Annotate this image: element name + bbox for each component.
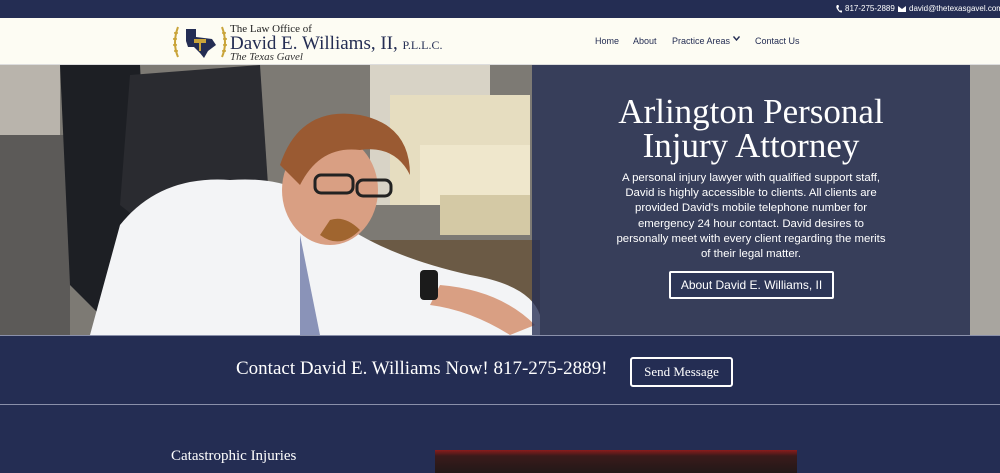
topbar-email-text[interactable]: david@thetexasgavel.com [909, 4, 1000, 13]
topbar-phone[interactable]: 817-275-2889 [836, 4, 895, 13]
nav-practice-areas[interactable]: Practice Areas [672, 36, 741, 46]
hero-title-line-1: Arlington Personal [618, 92, 884, 131]
topbar-phone-text[interactable]: 817-275-2889 [845, 4, 895, 13]
hero-description: A personal injury lawyer with qualified … [616, 172, 886, 261]
contact-strip: Contact David E. Williams Now! 817-275-2… [0, 335, 1000, 405]
hero-title-line-2: Injury Attorney [642, 126, 860, 165]
mail-icon [898, 5, 906, 12]
logo-suffix: P.L.L.C. [402, 38, 443, 52]
practice-section: Catastrophic Injuries [0, 406, 1000, 473]
nav-about[interactable]: About [633, 36, 657, 46]
top-bar: 817-275-2889 david@thetexasgavel.com [0, 0, 1000, 18]
chevron-down-icon [733, 36, 741, 41]
site-header: The Law Office of David E. Williams, II,… [0, 18, 1000, 65]
nav-contact-us[interactable]: Contact Us [755, 36, 800, 46]
topbar-email[interactable]: david@thetexasgavel.com [898, 4, 1000, 13]
section-heading-catastrophic-injuries: Catastrophic Injuries [171, 448, 297, 464]
hero-title: Arlington Personal Injury Attorney [532, 92, 970, 165]
texas-gavel-logo-icon [173, 26, 227, 58]
about-button[interactable]: About David E. Williams, II [669, 271, 834, 299]
contact-call-to-action: Contact David E. Williams Now! 817-275-2… [236, 358, 608, 379]
site-logo[interactable]: The Law Office of David E. Williams, II,… [172, 21, 443, 63]
logo-tagline: The Texas Gavel [230, 51, 303, 63]
nav-home[interactable]: Home [595, 36, 619, 46]
nav-practice-areas-label: Practice Areas [672, 36, 731, 46]
send-message-button[interactable]: Send Message [630, 357, 733, 387]
hero-section: Arlington Personal Injury Attorney A per… [0, 65, 1000, 335]
phone-icon [836, 4, 842, 13]
practice-image [435, 450, 797, 473]
